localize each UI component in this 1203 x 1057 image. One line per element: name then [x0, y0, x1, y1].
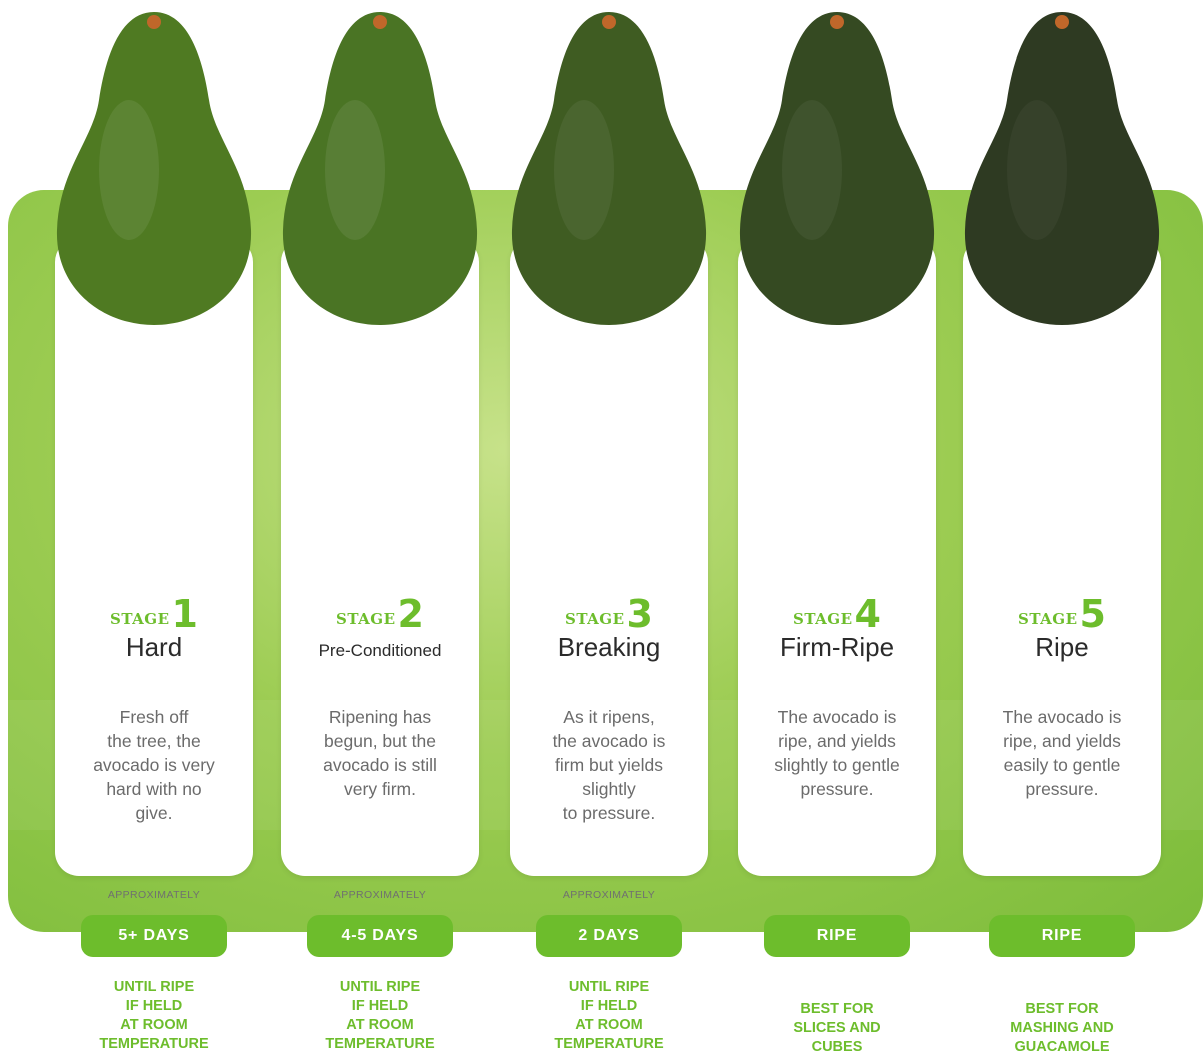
avocado-stem: [602, 15, 616, 29]
avocado-image: [511, 12, 707, 325]
ripe-badge: RIPE: [764, 915, 910, 957]
stage-label: STAGE: [792, 610, 853, 628]
avocado-highlight: [325, 100, 385, 240]
stage-number: 4: [854, 592, 881, 636]
avocado-highlight: [1007, 100, 1067, 240]
days-badge: 2 DAYS: [536, 915, 682, 957]
days-badge: 5+ DAYS: [81, 915, 227, 957]
days-badge: 4-5 DAYS: [307, 915, 453, 957]
stage-heading: STAGE 4: [738, 592, 936, 636]
stage-title: Breaking: [557, 632, 661, 662]
approximately-label: APPROXIMATELY: [333, 889, 427, 901]
stage-card-2: STAGE 2 Pre-Conditioned Ripening has beg…: [281, 12, 479, 1052]
stage-heading: STAGE 5: [963, 592, 1161, 636]
stage-label: STAGE: [335, 610, 396, 628]
approximately-label: APPROXIMATELY: [107, 889, 201, 901]
stage-card-4: STAGE 4 Firm-Ripe The avocado is ripe, a…: [738, 12, 936, 1055]
avocado-image: [56, 12, 252, 325]
avocado-stem: [147, 15, 161, 29]
stage-label: STAGE: [1017, 610, 1078, 628]
stage-description: The avocado is ripe, and yields easily t…: [1002, 707, 1122, 799]
stage-title: Ripe: [1035, 632, 1089, 662]
ripening-note: UNTIL RIPE IF HELD AT ROOM TEMPERATURE: [554, 979, 664, 1052]
avocado-highlight: [554, 100, 614, 240]
stage-number: 1: [171, 592, 198, 636]
stage-heading: STAGE 2: [281, 592, 479, 636]
stage-heading: STAGE 1: [55, 592, 253, 636]
stage-label: STAGE: [564, 610, 625, 628]
best-for-note: BEST FOR SLICES AND CUBES: [793, 1001, 881, 1055]
approximately-label: APPROXIMATELY: [562, 889, 656, 901]
best-for-note: BEST FOR MASHING AND GUACAMOLE: [1010, 1001, 1114, 1055]
ripening-note: UNTIL RIPE IF HELD AT ROOM TEMPERATURE: [325, 979, 435, 1052]
avocado-stem: [830, 15, 844, 29]
stage-number: 5: [1079, 592, 1106, 636]
stage-heading: STAGE 3: [510, 592, 708, 636]
avocado-image: [282, 12, 478, 325]
stage-title: Hard: [125, 632, 183, 662]
stage-label: STAGE: [109, 610, 170, 628]
stage-description: Fresh off the tree, the avocado is very …: [93, 707, 215, 823]
avocado-image: [739, 12, 935, 325]
avocado-highlight: [782, 100, 842, 240]
stage-number: 3: [626, 592, 653, 636]
ripening-note: UNTIL RIPE IF HELD AT ROOM TEMPERATURE: [99, 979, 209, 1052]
avocado-stem: [1055, 15, 1069, 29]
avocado-image: [964, 12, 1160, 325]
ripe-badge: RIPE: [989, 915, 1135, 957]
stage-title: Firm-Ripe: [779, 632, 895, 662]
avocado-stem: [373, 15, 387, 29]
stage-number: 2: [397, 592, 424, 636]
stage-card-3: STAGE 3 Breaking As it ripens, the avoca…: [510, 12, 708, 1052]
stage-card-1: STAGE 1 Hard Fresh off the tree, the avo…: [55, 12, 253, 1052]
avocado-highlight: [99, 100, 159, 240]
stage-card-5: STAGE 5 Ripe The avocado is ripe, and yi…: [963, 12, 1161, 1055]
stage-description: The avocado is ripe, and yields slightly…: [774, 707, 900, 799]
stage-title: Pre-Conditioned: [318, 641, 442, 660]
stage-description: Ripening has begun, but the avocado is s…: [323, 707, 437, 799]
stage-description: As it ripens, the avocado is firm but yi…: [552, 707, 666, 823]
